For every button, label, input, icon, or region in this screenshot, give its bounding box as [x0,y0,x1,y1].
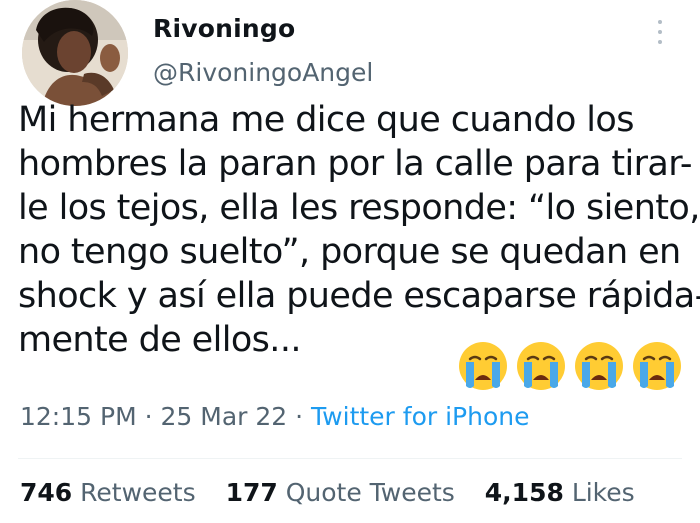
avatar-photo [22,0,128,106]
emoji-group [457,340,683,392]
crying-face-emoji [575,342,623,390]
dot-icon [658,30,662,34]
tweet-line: Mi hermana me dice que cuando los [18,100,634,140]
tweet-line: no tengo suelto”, porque se quedan en [18,232,681,272]
tweet-stats: 746 Retweets 177 Quote Tweets 4,158 Like… [20,478,635,507]
crying-face-emoji [633,342,681,390]
author-display-name[interactable]: Rivoningo [153,14,295,43]
tweet-meta: 12:15 PM · 25 Mar 22 · Twitter for iPhon… [20,402,530,431]
retweets-count: 746 [20,478,73,507]
tweet-time[interactable]: 12:15 PM [20,402,137,431]
likes-count: 4,158 [484,478,564,507]
likes-label: Likes [571,478,635,507]
quote-tweets-label: Quote Tweets [285,478,455,507]
likes-stat[interactable]: 4,158 Likes [485,478,635,507]
meta-separator: · [295,402,304,431]
dot-icon [658,20,662,24]
tweet-line: shock y así ella puede escaparse rápida- [18,276,700,316]
retweets-stat[interactable]: 746 Retweets [20,478,196,507]
tweet-line: le los tejos, ella les responde: “lo sie… [18,188,700,228]
crying-face-emoji [459,342,507,390]
crying-face-emoji [517,342,565,390]
retweets-label: Retweets [80,478,196,507]
tweet-date[interactable]: 25 Mar 22 [161,402,288,431]
avatar[interactable] [22,0,128,106]
divider [18,458,682,459]
meta-separator: · [144,402,153,431]
dot-icon [658,40,662,44]
tweet-text: Mi hermana me dice que cuando los hombre… [18,98,700,362]
more-options-icon[interactable] [652,18,668,46]
tweet-source-link[interactable]: Twitter for iPhone [311,402,529,431]
quote-tweets-stat[interactable]: 177 Quote Tweets [226,478,455,507]
author-handle[interactable]: @RivoningoAngel [153,58,373,87]
quote-tweets-count: 177 [225,478,278,507]
tweet-line: hombres la paran por la calle para tirar… [18,144,692,184]
